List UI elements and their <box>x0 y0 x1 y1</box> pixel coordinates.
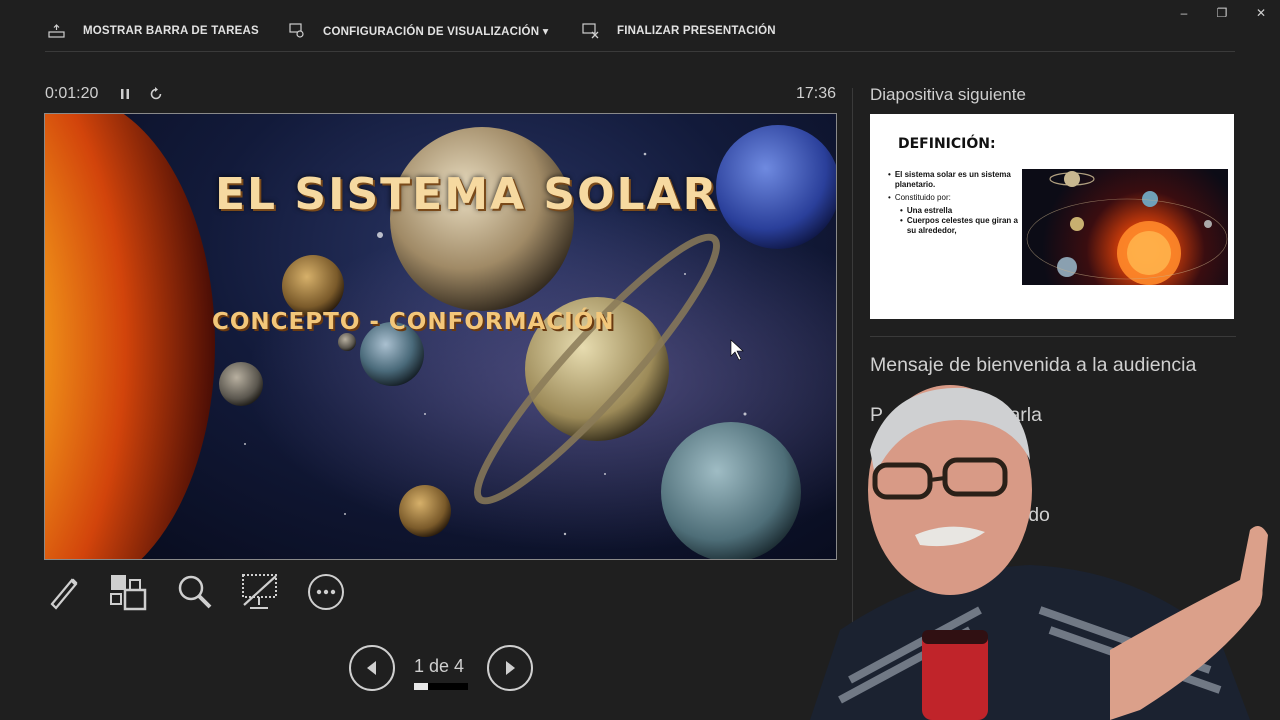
next-slide-subbullet: Cuerpos celestes que giran a su alrededo… <box>906 216 1018 235</box>
slide-title: EL SISTEMA SOLAR <box>215 169 719 220</box>
note-line: P de la Charla <box>870 404 1042 426</box>
next-slide-label: Diapositiva siguiente <box>870 85 1026 104</box>
slide-subtitle: CONCEPTO - CONFORMACIÓN <box>212 309 615 335</box>
show-taskbar-button[interactable]: MOSTRAR BARRA DE TAREAS <box>48 20 259 42</box>
next-slide-bullet: El sistema solar es un sistema planetari… <box>894 170 1011 189</box>
previous-slide-button[interactable] <box>349 645 395 691</box>
display-settings-label: CONFIGURACIÓN DE VISUALIZACIÓN ▾ <box>323 26 549 38</box>
show-taskbar-label: MOSTRAR BARRA DE TAREAS <box>83 25 259 37</box>
close-button[interactable]: ✕ <box>1251 4 1271 22</box>
note-line: M mo orado <box>870 504 1050 526</box>
note-line <box>870 452 1270 502</box>
display-settings-button[interactable]: CONFIGURACIÓN DE VISUALIZACIÓN ▾ <box>289 20 549 42</box>
toolbar-divider <box>45 51 1235 52</box>
more-options-icon[interactable] <box>306 572 346 612</box>
restore-button[interactable]: ❐ <box>1212 4 1232 22</box>
next-slide-subbullet: Una estrella <box>906 206 953 215</box>
close-icon: ✕ <box>1255 6 1267 20</box>
speaker-notes[interactable]: Mensaje de bienvenida a la audiencia P d… <box>870 352 1270 552</box>
pen-icon[interactable] <box>44 572 84 612</box>
page-indicator: 1 de 4 <box>414 656 465 676</box>
current-time: 17:36 <box>796 85 837 102</box>
zoom-icon[interactable] <box>175 572 215 612</box>
pane-divider <box>852 88 853 720</box>
minimize-button[interactable]: – <box>1174 4 1194 22</box>
next-slide-bullet: Constituido por: <box>894 193 951 202</box>
solar-system-image <box>1022 169 1228 285</box>
next-arrow-icon <box>506 661 515 675</box>
slide-progress-fill <box>414 683 428 690</box>
note-line: Mensaje de bienvenida a la audiencia <box>870 354 1197 376</box>
slide-progress-bar <box>414 683 468 690</box>
presenter-toolbar: MOSTRAR BARRA DE TAREAS CONFIGURACIÓN DE… <box>0 0 1280 52</box>
display-settings-icon <box>289 23 304 38</box>
notes-divider <box>870 336 1236 337</box>
end-show-label: FINALIZAR PRESENTACIÓN <box>617 25 776 37</box>
pause-timer-icon[interactable] <box>117 86 133 102</box>
next-slide-title: DEFINICIÓN: <box>898 136 996 152</box>
black-screen-icon[interactable] <box>240 572 280 612</box>
restore-icon: ❐ <box>1216 6 1228 20</box>
end-show-icon <box>582 23 599 39</box>
minimize-icon: – <box>1180 6 1188 20</box>
elapsed-timer: 0:01:20 <box>45 85 99 102</box>
taskbar-icon <box>48 24 65 38</box>
restart-timer-icon[interactable] <box>148 86 164 102</box>
next-slide-button[interactable] <box>487 645 533 691</box>
solar-system-graphic <box>1026 171 1228 285</box>
current-slide[interactable]: EL SISTEMA SOLAR CONCEPTO - CONFORMACIÓN <box>44 113 837 560</box>
see-all-slides-icon[interactable] <box>108 572 148 612</box>
next-slide-bullets: • El sistema solar es un sistema planetar… <box>888 170 1023 236</box>
previous-arrow-icon <box>367 661 376 675</box>
end-show-button[interactable]: FINALIZAR PRESENTACIÓN <box>582 20 776 42</box>
next-slide-preview[interactable]: DEFINICIÓN: • El sistema solar es un sist… <box>870 114 1234 319</box>
